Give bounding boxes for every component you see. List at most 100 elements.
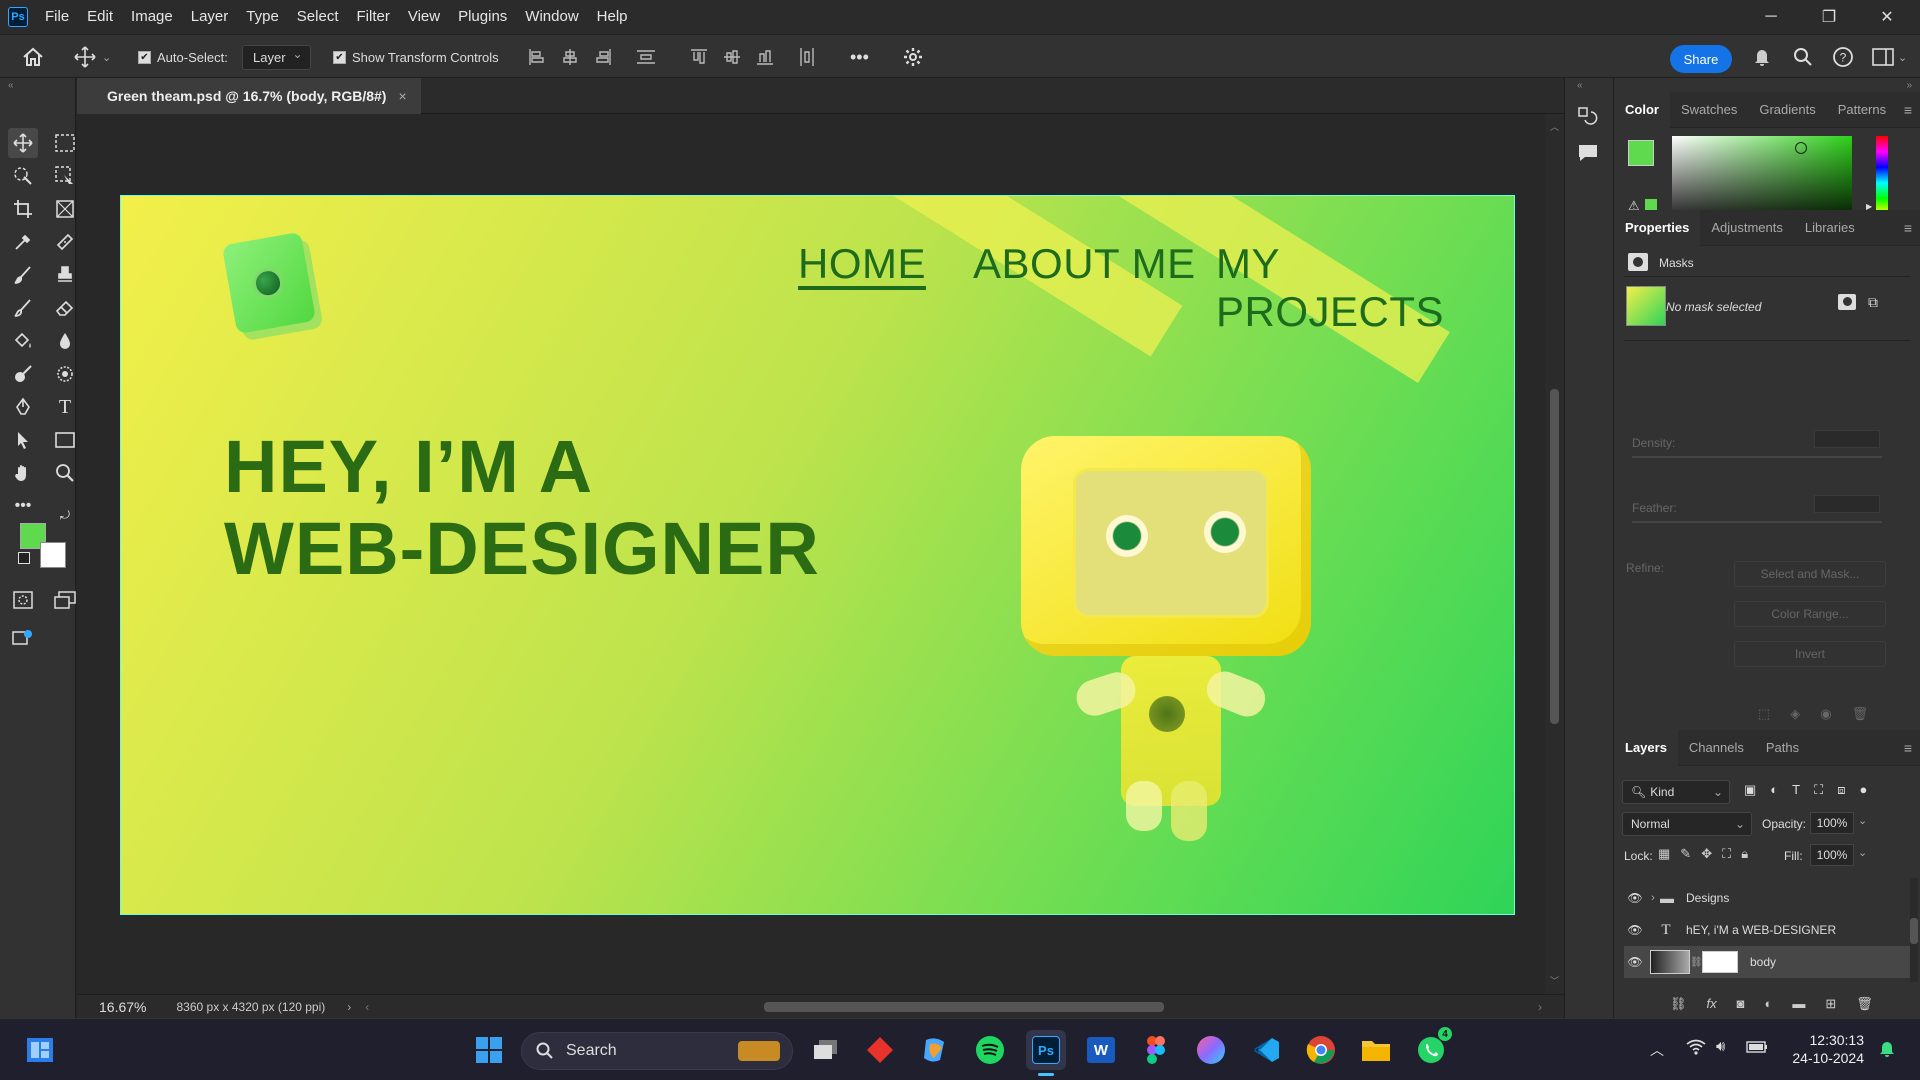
tab-layers[interactable]: Layers bbox=[1614, 729, 1678, 766]
show-hidden-icons[interactable]: ︿ bbox=[1650, 1040, 1664, 1060]
sponge-tool-icon[interactable] bbox=[50, 359, 80, 389]
history-brush-tool-icon[interactable] bbox=[8, 293, 38, 323]
color-picker-cursor[interactable] bbox=[1795, 142, 1807, 154]
clock[interactable]: 12:30:13 24-10-2024 bbox=[1788, 1031, 1864, 1067]
scroll-right-icon[interactable]: › bbox=[1538, 1000, 1542, 1014]
layer-row[interactable]: 👁︎ › ▬ Designs bbox=[1624, 882, 1910, 914]
tab-gradients[interactable]: Gradients bbox=[1748, 92, 1826, 128]
hand-tool-icon[interactable] bbox=[8, 458, 38, 488]
link-layers-icon[interactable]: ⛓ bbox=[1670, 996, 1687, 1012]
menu-image[interactable]: Image bbox=[122, 0, 182, 34]
collapse-tools-icon[interactable]: « bbox=[8, 80, 14, 91]
volume-icon[interactable]: 🔊︎ bbox=[1716, 1038, 1725, 1055]
zoom-tool-icon[interactable] bbox=[50, 458, 80, 488]
menu-window[interactable]: Window bbox=[516, 0, 587, 34]
tab-properties[interactable]: Properties bbox=[1614, 209, 1701, 246]
add-mask-icon[interactable]: ◙ bbox=[1737, 996, 1745, 1012]
color-range-button[interactable]: Color Range... bbox=[1734, 601, 1886, 627]
paint-bucket-tool-icon[interactable] bbox=[8, 326, 38, 356]
minimize-button[interactable]: ─ bbox=[1748, 0, 1794, 34]
align-top-icon[interactable] bbox=[690, 35, 708, 79]
move-tool-icon[interactable]: ⌄ bbox=[74, 35, 111, 79]
history-icon[interactable] bbox=[1577, 106, 1599, 128]
more-options-icon[interactable]: ••• bbox=[850, 35, 869, 79]
align-right-icon[interactable] bbox=[594, 35, 612, 79]
auto-select-checkbox[interactable]: ✔ Auto-Select: bbox=[138, 35, 228, 79]
fill-slider-toggle[interactable]: ⌄ bbox=[1858, 846, 1867, 859]
tab-color[interactable]: Color bbox=[1614, 91, 1670, 128]
figma-icon[interactable] bbox=[1136, 1030, 1176, 1070]
nav-about-link[interactable]: ABOUT ME bbox=[973, 240, 1196, 288]
restore-button[interactable]: ❐ bbox=[1806, 0, 1852, 34]
color-panel-menu-icon[interactable]: ≡ bbox=[1904, 102, 1912, 118]
help-icon[interactable]: ? bbox=[1832, 35, 1854, 79]
blur-tool-icon[interactable] bbox=[50, 326, 80, 356]
layer-row[interactable]: 👁︎ T hEY, i'M a WEB-DESIGNER bbox=[1624, 914, 1910, 946]
adjustment-layer-icon[interactable]: ◐ bbox=[1765, 996, 1773, 1012]
apply-mask-icon[interactable]: ◈ bbox=[1790, 706, 1800, 722]
vertical-scroll-thumb[interactable] bbox=[1550, 389, 1559, 724]
tab-adjustments[interactable]: Adjustments bbox=[1700, 210, 1794, 246]
new-group-icon[interactable]: ▬ bbox=[1792, 996, 1805, 1012]
align-center-icon[interactable] bbox=[561, 35, 579, 79]
file-explorer-icon[interactable] bbox=[1356, 1030, 1396, 1070]
start-button-icon[interactable] bbox=[469, 1030, 509, 1070]
eye-icon[interactable]: 👁︎ bbox=[1624, 955, 1646, 969]
gradient-app-icon[interactable] bbox=[1191, 1030, 1231, 1070]
distribute-vertical-icon[interactable] bbox=[798, 35, 816, 79]
taskbar-search-box[interactable]: Search bbox=[521, 1032, 793, 1070]
menu-edit[interactable]: Edit bbox=[78, 0, 122, 34]
opacity-slider-toggle[interactable]: ⌄ bbox=[1858, 814, 1867, 827]
app-red-diamond-icon[interactable] bbox=[860, 1030, 900, 1070]
brush-tool-icon[interactable] bbox=[8, 260, 38, 290]
close-document-icon[interactable]: × bbox=[398, 88, 406, 104]
layer-filter-dropdown[interactable]: 🔍︎ Kind ⌄ bbox=[1622, 780, 1730, 804]
type-tool-icon[interactable]: T bbox=[50, 392, 80, 422]
align-bottom-icon[interactable] bbox=[756, 35, 774, 79]
stamp-tool-icon[interactable] bbox=[50, 260, 80, 290]
auto-select-dropdown[interactable]: Layer bbox=[242, 44, 311, 70]
background-color-swatch[interactable] bbox=[40, 542, 66, 568]
artboard-canvas[interactable]: HOME ABOUT ME MY PROJECTS HEY, I’M A WEB… bbox=[120, 195, 1515, 915]
horizontal-scroll-thumb[interactable] bbox=[764, 1002, 1164, 1012]
vscode-icon[interactable] bbox=[1246, 1030, 1286, 1070]
opacity-field[interactable]: 100% bbox=[1810, 812, 1854, 834]
eraser-tool-icon[interactable] bbox=[50, 293, 80, 323]
path-select-tool-icon[interactable] bbox=[8, 425, 38, 455]
search-icon[interactable] bbox=[1793, 35, 1813, 79]
screen-mode-icon[interactable] bbox=[50, 585, 80, 615]
chrome-icon[interactable] bbox=[1301, 1030, 1341, 1070]
pen-tool-icon[interactable] bbox=[8, 392, 38, 422]
status-expand-icon[interactable]: › bbox=[347, 1000, 351, 1014]
fx-icon[interactable]: fx bbox=[1707, 996, 1717, 1012]
task-view-icon[interactable] bbox=[806, 1030, 846, 1070]
lock-transparent-icon[interactable]: ▦ bbox=[1658, 846, 1670, 862]
object-select-tool-icon[interactable] bbox=[50, 161, 80, 191]
eye-icon[interactable]: 👁︎ bbox=[1624, 923, 1646, 937]
notification-bell-icon[interactable] bbox=[1878, 1039, 1896, 1059]
select-and-mask-button[interactable]: Select and Mask... bbox=[1734, 561, 1886, 587]
nav-projects-link[interactable]: MY PROJECTS bbox=[1216, 240, 1514, 336]
eye-icon[interactable]: 👁︎ bbox=[1624, 891, 1646, 905]
quick-select-tool-icon[interactable] bbox=[8, 161, 38, 191]
expand-group-icon[interactable]: › bbox=[1646, 892, 1660, 904]
menu-file[interactable]: File bbox=[36, 0, 78, 34]
bell-icon[interactable] bbox=[1752, 35, 1772, 79]
show-transform-checkbox[interactable]: ✔ Show Transform Controls bbox=[333, 35, 499, 79]
quick-mask-icon[interactable] bbox=[8, 585, 38, 615]
invert-button[interactable]: Invert bbox=[1734, 641, 1886, 667]
add-vector-mask-icon[interactable]: ⧉ bbox=[1868, 294, 1878, 311]
layer-row[interactable]: 👁︎ ⛓ body bbox=[1624, 946, 1910, 978]
healing-brush-tool-icon[interactable] bbox=[50, 227, 80, 257]
filter-type-icon[interactable]: T bbox=[1792, 782, 1800, 798]
filter-toggle-icon[interactable]: ● bbox=[1860, 782, 1868, 798]
tab-swatches[interactable]: Swatches bbox=[1670, 92, 1748, 128]
frame-tool-icon[interactable] bbox=[50, 194, 80, 224]
workspace-icon[interactable]: ⌄ bbox=[1872, 35, 1907, 79]
menu-view[interactable]: View bbox=[399, 0, 449, 34]
blend-mode-dropdown[interactable]: Normal ⌄ bbox=[1622, 812, 1752, 836]
dodge-tool-icon[interactable] bbox=[8, 359, 38, 389]
layers-panel-menu-icon[interactable]: ≡ bbox=[1904, 740, 1912, 756]
lock-all-icon[interactable]: 🔒︎ bbox=[1741, 846, 1748, 862]
rectangle-tool-icon[interactable] bbox=[50, 425, 80, 455]
